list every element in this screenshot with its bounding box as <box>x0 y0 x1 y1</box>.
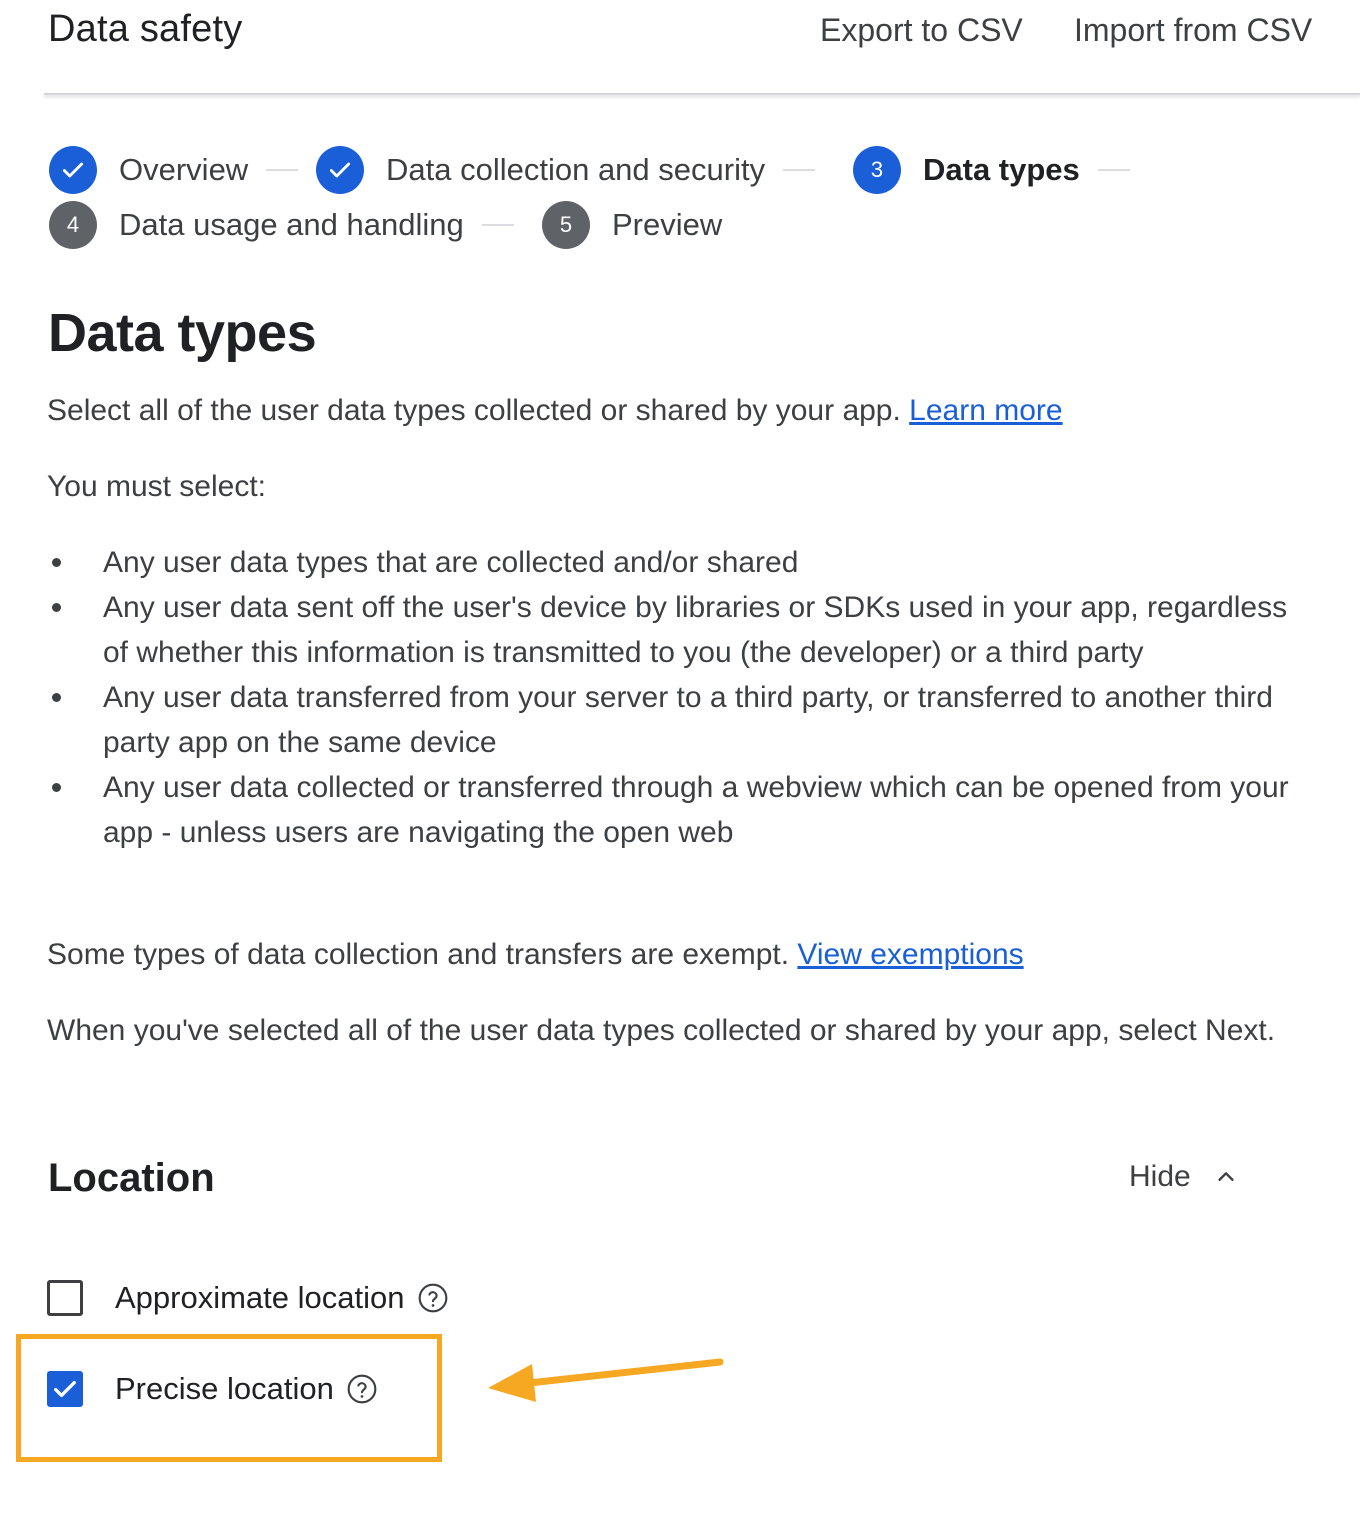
step-connector <box>481 224 514 226</box>
approximate-location-checkbox[interactable] <box>47 1280 83 1316</box>
list-item-text: Any user data collected or transferred t… <box>103 771 1289 849</box>
exempt-label: Some types of data collection and transf… <box>47 938 798 971</box>
page-header-title: Data safety <box>48 8 243 50</box>
option-label: Approximate location <box>115 1280 405 1315</box>
bullet-icon <box>52 603 61 612</box>
export-csv-button[interactable]: Export to CSV <box>820 12 1023 49</box>
bullet-icon <box>52 783 61 792</box>
arrow-left-icon <box>488 1358 724 1402</box>
step-label: Data collection and security <box>386 152 766 187</box>
step-data-types[interactable]: 3 Data types <box>853 145 1130 195</box>
bullet-icon <box>52 558 61 567</box>
step-number-circle: 4 <box>49 201 97 249</box>
header-divider <box>44 93 1360 95</box>
step-number-circle: 3 <box>853 146 901 194</box>
step-done-circle <box>316 146 364 194</box>
step-number-circle: 5 <box>542 201 590 249</box>
app-header: Data safety Export to CSV Import from CS… <box>0 0 1360 95</box>
learn-more-link[interactable]: Learn more <box>909 394 1062 427</box>
step-label: Overview <box>119 152 249 187</box>
step-data-usage[interactable]: 4 Data usage and handling <box>49 200 514 250</box>
requirements-list: Any user data types that are collected a… <box>0 540 1360 855</box>
bullet-icon <box>52 693 61 702</box>
step-label: Data usage and handling <box>119 207 464 242</box>
step-connector <box>783 169 816 171</box>
list-item: Any user data sent off the user's device… <box>0 585 1293 675</box>
list-item-text: Any user data transferred from your serv… <box>103 681 1273 759</box>
location-section-title: Location <box>48 1156 215 1200</box>
must-select-text: You must select: <box>47 470 267 503</box>
check-icon <box>62 162 84 178</box>
approximate-location-option: Approximate location <box>47 1280 449 1316</box>
step-overview[interactable]: Overview <box>49 145 299 195</box>
list-item-text: Any user data types that are collected a… <box>103 546 799 579</box>
list-item: Any user data collected or transferred t… <box>0 765 1293 855</box>
step-preview[interactable]: 5 Preview <box>542 200 722 250</box>
step-done-circle <box>49 146 97 194</box>
step-label: Preview <box>612 207 723 242</box>
exempt-text: Some types of data collection and transf… <box>47 932 1024 977</box>
help-icon[interactable] <box>417 1282 449 1314</box>
step-data-collection[interactable]: Data collection and security <box>316 145 816 195</box>
intro-label: Select all of the user data types collec… <box>47 394 910 427</box>
hide-toggle-button[interactable]: Hide <box>1129 1160 1237 1194</box>
next-instruction-text: When you've selected all of the user dat… <box>47 1014 1276 1047</box>
view-exemptions-link[interactable]: View exemptions <box>797 938 1023 971</box>
step-connector <box>1097 169 1130 171</box>
step-connector <box>266 169 299 171</box>
step-label: Data types <box>923 152 1080 187</box>
import-csv-button[interactable]: Import from CSV <box>1074 12 1312 49</box>
hide-label: Hide <box>1129 1160 1191 1193</box>
chevron-up-icon <box>1218 1172 1234 1181</box>
list-item: Any user data types that are collected a… <box>0 540 1293 585</box>
page-title: Data types <box>48 303 317 363</box>
check-icon <box>329 162 351 178</box>
list-item-text: Any user data sent off the user's device… <box>103 591 1288 669</box>
highlight-box <box>16 1334 442 1462</box>
intro-text: Select all of the user data types collec… <box>47 388 1063 433</box>
list-item: Any user data transferred from your serv… <box>0 675 1293 765</box>
